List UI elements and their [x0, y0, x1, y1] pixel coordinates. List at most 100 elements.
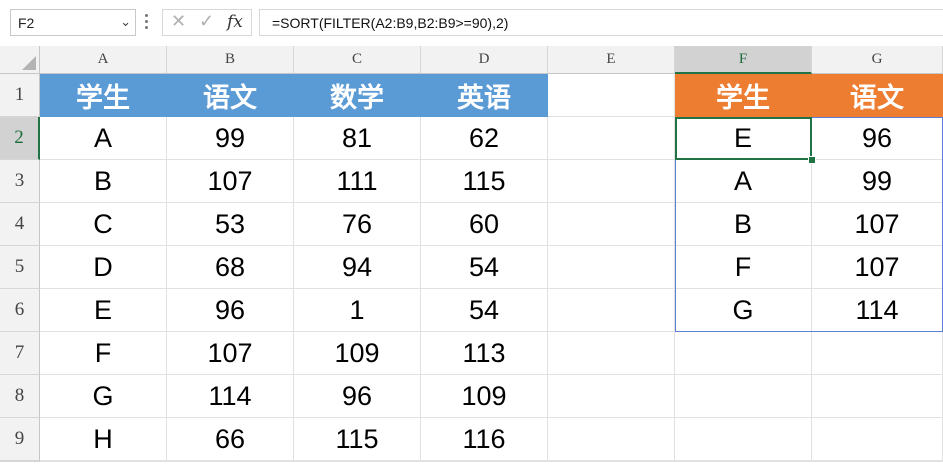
row-header-2[interactable]: 2 — [0, 117, 40, 160]
select-all-icon — [22, 56, 36, 70]
table-cell[interactable]: 66 — [167, 418, 294, 461]
result-cell[interactable]: A — [675, 160, 812, 203]
table-cell[interactable]: 60 — [421, 203, 548, 246]
table-cell[interactable]: 107 — [167, 332, 294, 375]
table-cell[interactable]: 116 — [421, 418, 548, 461]
result-cell[interactable]: G — [675, 289, 812, 332]
table-cell[interactable]: 96 — [167, 289, 294, 332]
formula-text: =SORT(FILTER(A2:B9,B2:B9>=90),2) — [272, 15, 509, 31]
cell[interactable] — [294, 461, 421, 462]
table-cell[interactable]: 107 — [167, 160, 294, 203]
row-header-3[interactable]: 3 — [0, 160, 40, 203]
result-cell[interactable]: 107 — [812, 246, 943, 289]
cell[interactable] — [421, 461, 548, 462]
table-cell[interactable]: 99 — [167, 117, 294, 160]
fill-handle[interactable] — [808, 156, 816, 164]
result-cell[interactable]: 114 — [812, 289, 943, 332]
column-header-g[interactable]: G — [812, 46, 943, 74]
formula-bar: F2 ⌄ ✕ ✓ fx =SORT(FILTER(A2:B9,B2:B9>=90… — [0, 0, 943, 46]
result-cell[interactable]: B — [675, 203, 812, 246]
row-header-4[interactable]: 4 — [0, 203, 40, 246]
cell[interactable] — [548, 203, 675, 246]
cell[interactable] — [548, 418, 675, 461]
table-cell[interactable]: D — [40, 246, 167, 289]
cell[interactable] — [548, 74, 675, 117]
table-cell[interactable]: F — [40, 332, 167, 375]
cell[interactable] — [548, 461, 675, 462]
cell[interactable] — [675, 461, 812, 462]
table-cell[interactable]: 53 — [167, 203, 294, 246]
select-all-corner[interactable] — [0, 46, 40, 74]
row-header-1[interactable]: 1 — [0, 74, 40, 117]
row-header-9[interactable]: 9 — [0, 418, 40, 461]
table-cell[interactable]: 114 — [167, 375, 294, 418]
row-header-5[interactable]: 5 — [0, 246, 40, 289]
row-header[interactable] — [0, 461, 40, 462]
cell[interactable] — [812, 461, 943, 462]
table-cell[interactable]: 81 — [294, 117, 421, 160]
table-cell[interactable]: 94 — [294, 246, 421, 289]
cell[interactable] — [675, 375, 812, 418]
column-header-b[interactable]: B — [167, 46, 294, 74]
column-header-f[interactable]: F — [675, 46, 812, 74]
chevron-down-icon[interactable]: ⌄ — [120, 14, 131, 30]
cell[interactable] — [548, 160, 675, 203]
insert-function-icon[interactable]: fx — [227, 12, 243, 32]
table-header-cell[interactable]: 英语 — [421, 74, 548, 117]
result-cell[interactable]: 107 — [812, 203, 943, 246]
column-header-d[interactable]: D — [421, 46, 548, 74]
formula-input[interactable]: =SORT(FILTER(A2:B9,B2:B9>=90),2) — [259, 9, 943, 36]
table-cell[interactable]: H — [40, 418, 167, 461]
table-cell[interactable]: 54 — [421, 246, 548, 289]
table-cell[interactable]: B — [40, 160, 167, 203]
spreadsheet-grid: A B C D E F G 1 2 3 4 5 6 7 8 9 学生 语文 数学 英语 学生 语文 A 99 81 62 E 96 B 1… — [0, 46, 943, 467]
table-header-cell[interactable]: 学生 — [40, 74, 167, 117]
table-cell[interactable]: 62 — [421, 117, 548, 160]
cell[interactable] — [548, 117, 675, 160]
cell[interactable] — [548, 289, 675, 332]
row-header-6[interactable]: 6 — [0, 289, 40, 332]
enter-icon[interactable]: ✓ — [199, 11, 214, 32]
result-header-cell[interactable]: 语文 — [812, 74, 943, 117]
table-cell[interactable]: 96 — [294, 375, 421, 418]
table-cell[interactable]: 68 — [167, 246, 294, 289]
table-cell[interactable]: 54 — [421, 289, 548, 332]
table-cell[interactable]: 113 — [421, 332, 548, 375]
cell[interactable] — [548, 246, 675, 289]
table-cell[interactable]: 1 — [294, 289, 421, 332]
name-box[interactable]: F2 ⌄ — [10, 9, 136, 36]
cell[interactable] — [40, 461, 167, 462]
drag-handle-icon[interactable] — [145, 12, 149, 32]
column-header-e[interactable]: E — [548, 46, 675, 74]
table-cell[interactable]: E — [40, 289, 167, 332]
cell[interactable] — [675, 418, 812, 461]
result-cell[interactable]: 99 — [812, 160, 943, 203]
cell[interactable] — [812, 332, 943, 375]
result-cell[interactable]: 96 — [812, 117, 943, 160]
column-header-a[interactable]: A — [40, 46, 167, 74]
table-cell[interactable]: 111 — [294, 160, 421, 203]
result-cell[interactable]: E — [675, 117, 812, 160]
cell[interactable] — [548, 375, 675, 418]
row-header-7[interactable]: 7 — [0, 332, 40, 375]
table-cell[interactable]: 109 — [294, 332, 421, 375]
result-header-cell[interactable]: 学生 — [675, 74, 812, 117]
result-cell[interactable]: F — [675, 246, 812, 289]
table-cell[interactable]: 115 — [421, 160, 548, 203]
cancel-icon[interactable]: ✕ — [171, 11, 186, 32]
table-cell[interactable]: 76 — [294, 203, 421, 246]
table-cell[interactable]: C — [40, 203, 167, 246]
cell[interactable] — [812, 375, 943, 418]
row-header-8[interactable]: 8 — [0, 375, 40, 418]
column-header-c[interactable]: C — [294, 46, 421, 74]
table-header-cell[interactable]: 语文 — [167, 74, 294, 117]
cell[interactable] — [675, 332, 812, 375]
table-header-cell[interactable]: 数学 — [294, 74, 421, 117]
table-cell[interactable]: A — [40, 117, 167, 160]
cell[interactable] — [812, 418, 943, 461]
cell[interactable] — [548, 332, 675, 375]
table-cell[interactable]: G — [40, 375, 167, 418]
table-cell[interactable]: 109 — [421, 375, 548, 418]
cell[interactable] — [167, 461, 294, 462]
table-cell[interactable]: 115 — [294, 418, 421, 461]
